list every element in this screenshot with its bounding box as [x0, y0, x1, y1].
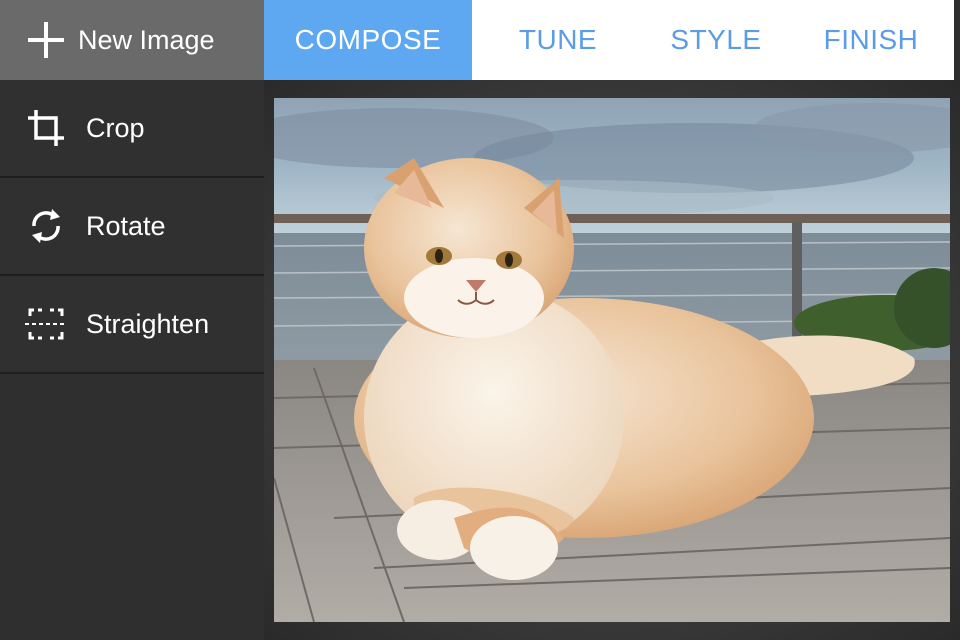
- rotate-label: Rotate: [86, 210, 166, 241]
- rotate-icon: [24, 204, 68, 248]
- tab-bar: COMPOSE TUNE STYLE FINISH: [264, 0, 954, 80]
- straighten-tool-button[interactable]: Straighten: [0, 276, 264, 374]
- rotate-tool-button[interactable]: Rotate: [0, 178, 264, 276]
- cat-photo[interactable]: [274, 98, 950, 622]
- new-image-button[interactable]: New Image: [0, 0, 264, 80]
- tab-finish[interactable]: FINISH: [788, 0, 954, 80]
- straighten-label: Straighten: [86, 308, 210, 339]
- plus-icon: [28, 22, 64, 58]
- straighten-icon: [24, 302, 68, 346]
- crop-icon: [24, 106, 68, 150]
- tab-style[interactable]: STYLE: [644, 0, 788, 80]
- new-image-label: New Image: [78, 24, 215, 55]
- header-gutter: [954, 0, 960, 80]
- image-canvas[interactable]: [264, 80, 960, 640]
- crop-tool-button[interactable]: Crop: [0, 80, 264, 178]
- tab-tune[interactable]: TUNE: [472, 0, 644, 80]
- crop-label: Crop: [86, 112, 145, 143]
- tool-sidebar: Crop Rotate Straighten: [0, 80, 264, 640]
- tab-compose[interactable]: COMPOSE: [264, 0, 472, 80]
